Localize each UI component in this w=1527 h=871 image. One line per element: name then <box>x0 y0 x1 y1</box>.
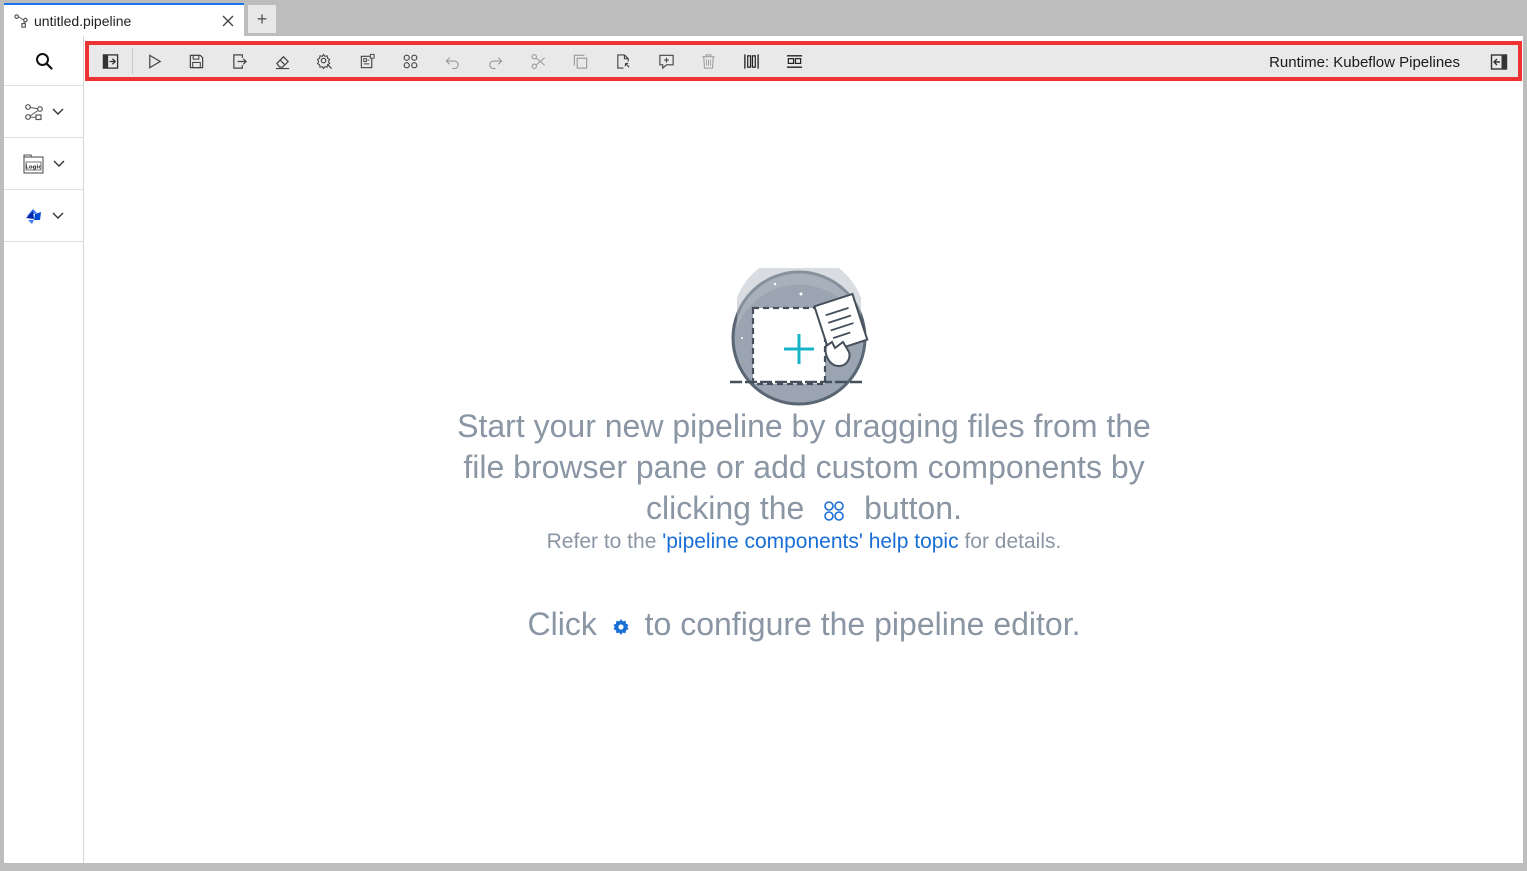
arrange-vertical-icon <box>786 54 802 68</box>
kubeflow-icon <box>25 208 41 224</box>
undo-icon <box>445 56 460 69</box>
paste-button[interactable] <box>602 45 645 77</box>
run-pipeline-button[interactable] <box>133 45 176 77</box>
panel-toggle-icon <box>1490 54 1508 70</box>
scissors-icon <box>531 53 545 69</box>
help-text-after: for details. <box>964 530 1062 553</box>
runtimes-button[interactable] <box>346 45 389 77</box>
empty-state-line-1: Start your new pipeline by dragging file… <box>457 408 1151 444</box>
palette-generic-components[interactable] <box>4 86 83 138</box>
save-pipeline-button[interactable] <box>175 45 218 77</box>
app-window: untitled.pipeline + Logic Runtime: Kubef… <box>0 0 1527 871</box>
undo-button[interactable] <box>432 45 475 77</box>
arrange-horizontally-button[interactable] <box>730 45 773 77</box>
palette-logic-components[interactable]: Logic <box>4 138 83 190</box>
empty-state-line-3-start: clicking the <box>646 490 805 526</box>
clear-pipeline-button[interactable] <box>261 45 304 77</box>
pipeline-toolbar: Runtime: Kubeflow Pipelines <box>85 41 1522 81</box>
runtimes-icon <box>360 53 375 68</box>
copy-button[interactable] <box>560 45 603 77</box>
close-tab-button[interactable] <box>216 9 240 33</box>
svg-text:Logic: Logic <box>25 164 41 170</box>
tab-bar: untitled.pipeline + <box>4 3 1523 36</box>
export-icon <box>233 53 247 69</box>
palette-kubeflow-components[interactable] <box>4 190 83 242</box>
components-icon[interactable] <box>821 498 847 524</box>
add-tab-button[interactable]: + <box>248 5 276 33</box>
chevron-down-icon <box>52 212 63 219</box>
cut-button[interactable] <box>517 45 560 77</box>
configure-text-after: to configure the pipeline editor. <box>644 606 1081 642</box>
delete-button[interactable] <box>688 45 731 77</box>
panel-open-icon <box>102 53 119 69</box>
empty-state-line-3-end: button. <box>864 490 962 526</box>
help-message: Refer to the 'pipeline components' help … <box>85 530 1523 554</box>
component-catalogs-button[interactable] <box>389 45 432 77</box>
pipeline-properties-button[interactable] <box>303 45 346 77</box>
settings-icon <box>317 52 333 70</box>
node-palette: Logic <box>4 36 84 863</box>
tab-label: untitled.pipeline <box>34 12 132 29</box>
generic-components-icon <box>24 103 43 120</box>
help-text-before: Refer to the <box>546 530 657 553</box>
gear-icon[interactable] <box>612 618 630 636</box>
empty-state-line-2: file browser pane or add custom componen… <box>463 449 1145 485</box>
pipeline-canvas[interactable]: Start your new pipeline by dragging file… <box>85 84 1523 863</box>
configure-message: Click to configure the pipeline editor. <box>85 606 1523 643</box>
play-icon <box>148 53 161 69</box>
palette-search-button[interactable] <box>4 36 83 86</box>
toggle-properties-panel-button[interactable] <box>1486 50 1512 74</box>
paste-icon <box>617 53 630 69</box>
copy-icon <box>574 54 588 69</box>
empty-state-line-3: clicking the button. <box>85 488 1523 529</box>
pipeline-editor: Logic Runtime: Kubeflow Pipelines Start … <box>4 36 1523 863</box>
logic-components-icon: Logic <box>22 153 44 174</box>
eraser-icon <box>275 55 289 69</box>
add-comment-button[interactable] <box>645 45 688 77</box>
components-icon <box>403 54 418 68</box>
comment-icon <box>659 54 674 69</box>
drag-files-illustration <box>730 268 869 406</box>
tab-untitled-pipeline[interactable]: untitled.pipeline <box>4 3 244 36</box>
redo-icon <box>489 56 503 69</box>
redo-button[interactable] <box>474 45 517 77</box>
save-icon <box>189 54 204 68</box>
pipeline-icon <box>14 13 28 28</box>
trash-icon <box>702 53 716 69</box>
arrange-vertically-button[interactable] <box>773 45 816 77</box>
close-icon <box>222 15 234 26</box>
search-icon <box>35 52 53 70</box>
pipeline-components-help-link[interactable]: 'pipeline components' help topic <box>662 530 958 553</box>
empty-state-message: Start your new pipeline by dragging file… <box>85 406 1523 529</box>
open-panel-button[interactable] <box>89 45 132 77</box>
plus-icon: + <box>256 8 268 29</box>
export-pipeline-button[interactable] <box>218 45 261 77</box>
chevron-down-icon <box>52 108 63 115</box>
arrange-horizontal-icon <box>744 53 759 69</box>
runtime-label: Runtime: Kubeflow Pipelines <box>1269 54 1460 71</box>
configure-text-before: Click <box>527 606 597 642</box>
chevron-down-icon <box>53 160 64 167</box>
